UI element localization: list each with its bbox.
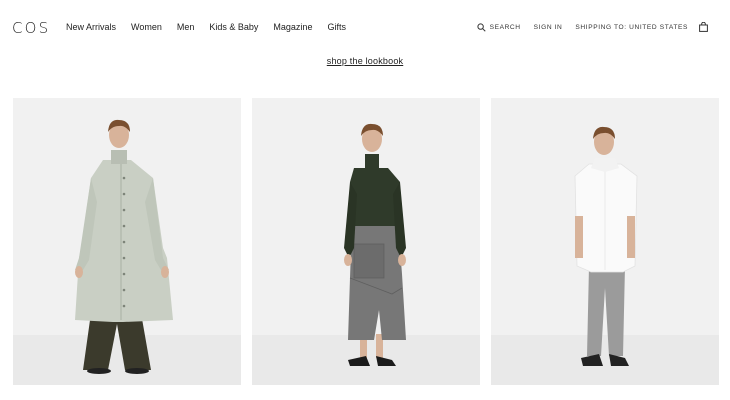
model-figure-2	[344, 123, 406, 366]
nav-item-new-arrivals[interactable]: New Arrivals	[66, 22, 116, 32]
shipping-country-link[interactable]: SHIPPING TO: UNITED STATES	[575, 24, 688, 31]
sign-in-link[interactable]: SIGN IN	[534, 24, 563, 31]
model-figure-3	[574, 126, 638, 366]
shopping-bag-icon[interactable]	[699, 22, 708, 32]
nav-item-kids-baby[interactable]: Kids & Baby	[209, 22, 258, 32]
lookbook-section: shop the lookbook	[0, 51, 730, 69]
search-button[interactable]: SEARCH	[476, 22, 521, 32]
nav-item-men[interactable]: Men	[177, 22, 195, 32]
look-image-2[interactable]	[252, 98, 480, 385]
shop-the-lookbook-link[interactable]: shop the lookbook	[327, 56, 403, 66]
nav-item-women[interactable]: Women	[131, 22, 162, 32]
look-image-3[interactable]	[491, 98, 719, 385]
nav-item-gifts[interactable]: Gifts	[327, 22, 346, 32]
utility-nav: SEARCH SIGN IN SHIPPING TO: UNITED STATE…	[476, 22, 708, 32]
main-nav: New Arrivals Women Men Kids & Baby Magaz…	[66, 22, 346, 32]
site-header: COS New Arrivals Women Men Kids & Baby M…	[0, 0, 730, 56]
nav-item-magazine[interactable]: Magazine	[273, 22, 312, 32]
search-icon	[476, 22, 486, 32]
look-image-1[interactable]	[13, 98, 241, 385]
model-figure-1	[75, 119, 173, 374]
search-label: SEARCH	[489, 23, 521, 31]
cos-logo[interactable]: COS	[12, 19, 50, 37]
